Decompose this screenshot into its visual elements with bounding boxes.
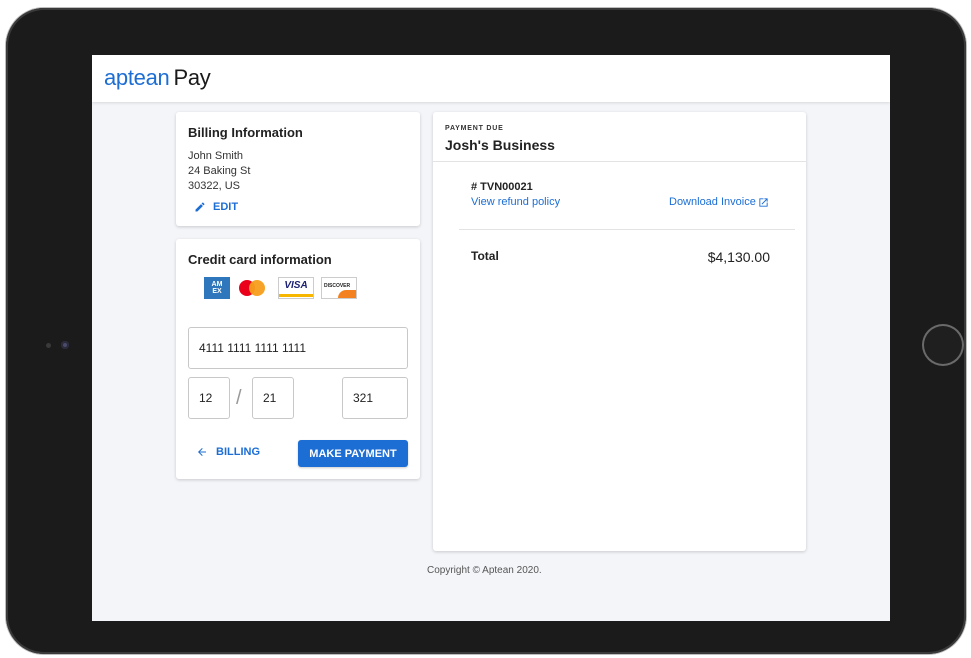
edit-billing-button[interactable]: EDIT <box>194 201 238 213</box>
billing-card: Billing Information John Smith 24 Baking… <box>176 112 420 226</box>
visa-logo-icon: VISA <box>278 277 314 299</box>
download-invoice-link[interactable]: Download Invoice <box>669 196 769 208</box>
make-payment-button[interactable]: MAKE PAYMENT <box>298 440 408 467</box>
discover-logo-icon: DISCOVER <box>321 277 357 299</box>
payment-due-card: PAYMENT DUE Josh's Business # TVN00021 V… <box>433 112 806 551</box>
billing-city: 30322, US <box>188 180 240 192</box>
back-label: BILLING <box>216 446 260 458</box>
cvv-input[interactable]: 321 <box>342 377 408 419</box>
expiry-year-input[interactable]: 21 <box>252 377 294 419</box>
app-logo: aptean Pay <box>104 65 211 91</box>
billing-street: 24 Baking St <box>188 165 251 177</box>
home-button[interactable] <box>922 324 964 366</box>
total-value: $4,130.00 <box>707 249 770 265</box>
edit-label: EDIT <box>213 201 239 213</box>
back-to-billing-button[interactable]: BILLING <box>196 446 260 458</box>
external-link-icon <box>759 197 768 207</box>
divider <box>433 161 806 162</box>
camera-icon <box>61 341 69 349</box>
logo-product: Pay <box>173 65 211 90</box>
card-number-input[interactable]: 4111 1111 1111 1111 <box>188 327 408 369</box>
logo-brand: aptean <box>104 65 170 90</box>
app-header: aptean Pay <box>92 55 890 102</box>
business-name: Josh's Business <box>445 137 555 153</box>
billing-address: John Smith 24 Baking St 30322, US <box>188 149 250 194</box>
sensor-dot <box>46 343 51 348</box>
expiry-month-input[interactable]: 12 <box>188 377 230 419</box>
app-screen: aptean Pay Billing Information John Smith… <box>92 55 890 621</box>
credit-card-card: Credit card information AM EX VISA DISCOV… <box>176 239 420 479</box>
total-label: Total <box>471 249 499 263</box>
amex-logo-top: AM <box>211 281 223 288</box>
card-brands: AM EX VISA DISCOVER <box>204 277 357 299</box>
expiry-separator: / <box>236 387 242 409</box>
payment-due-label: PAYMENT DUE <box>445 125 504 132</box>
copyright-text: Copyright © Aptean 2020. <box>427 565 542 576</box>
divider <box>459 229 795 230</box>
download-invoice-label: Download Invoice <box>669 196 756 208</box>
amex-logo-bottom: EX <box>212 288 222 295</box>
pencil-icon <box>195 202 205 212</box>
refund-policy-link[interactable]: View refund policy <box>471 196 560 208</box>
invoice-number: # TVN00021 <box>471 181 533 193</box>
amex-logo-icon: AM EX <box>204 277 230 299</box>
discover-logo-text: DISCOVER <box>324 283 351 289</box>
billing-name: John Smith <box>188 150 244 162</box>
credit-card-title: Credit card information <box>188 252 332 267</box>
billing-title: Billing Information <box>188 125 303 140</box>
mastercard-logo-icon <box>237 277 271 299</box>
arrow-left-icon <box>198 448 206 456</box>
visa-logo-text: VISA <box>284 280 308 291</box>
